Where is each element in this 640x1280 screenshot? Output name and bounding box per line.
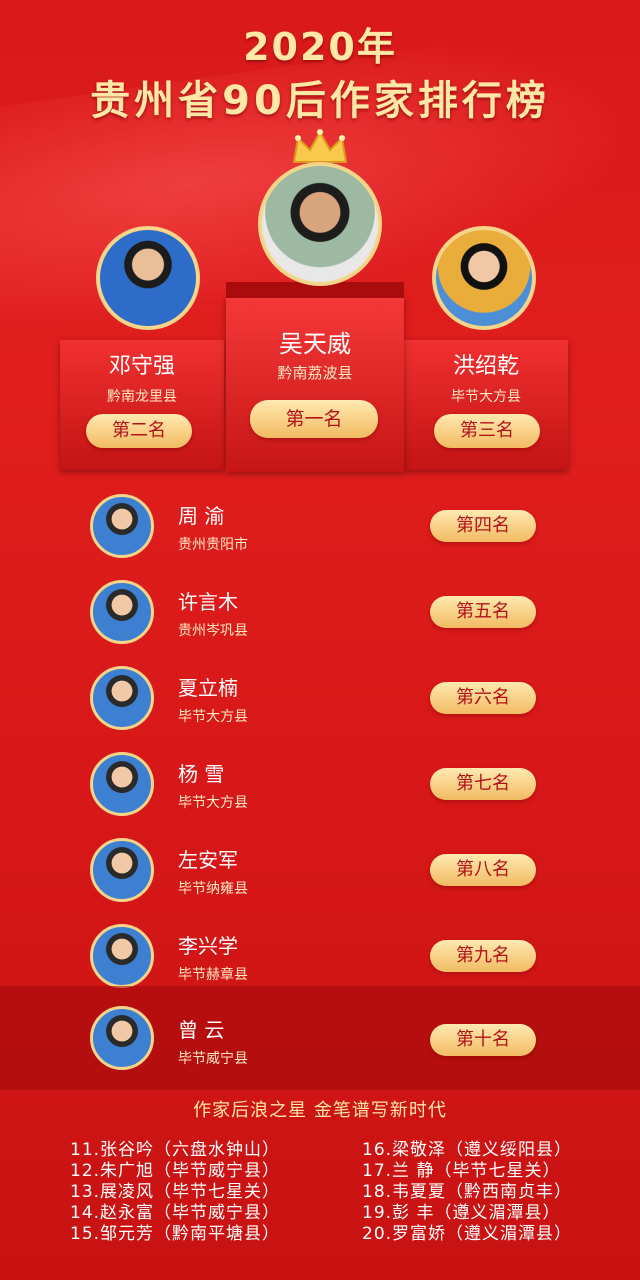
avatar (432, 226, 536, 330)
avatar (90, 924, 154, 988)
podium-third-place: 毕节大方县 (451, 389, 521, 405)
rank-badge-3: 第三名 (434, 414, 540, 448)
row-place: 毕节大方县 (178, 709, 248, 725)
avatar (90, 752, 154, 816)
row-name: 李兴学 (178, 934, 238, 958)
rank-badge-1: 第一名 (250, 400, 378, 438)
extended-list-right: 16.梁敬泽（遵义绥阳县） 17.兰 静（毕节七星关） 18.韦夏夏（黔西南贞丰… (362, 1140, 572, 1245)
rank-badge: 第九名 (430, 940, 536, 972)
row-place: 贵州岑巩县 (178, 623, 248, 639)
row-place: 毕节大方县 (178, 795, 248, 811)
extended-list-left: 11.张谷吟（六盘水钟山） 12.朱广旭（毕节威宁县） 13.展凌风（毕节七星关… (70, 1140, 280, 1245)
row-name: 周 渝 (178, 504, 225, 528)
row-place: 毕节威宁县 (178, 1051, 248, 1067)
list-item: 18.韦夏夏（黔西南贞丰） (362, 1182, 573, 1202)
row-place: 毕节赫章县 (178, 967, 248, 983)
list-item: 13.展凌风（毕节七星关） (70, 1182, 281, 1202)
crown-icon (292, 129, 348, 163)
podium-first-place: 黔南荔波县 (277, 364, 353, 382)
rank-badge: 第六名 (430, 682, 536, 714)
slogan: 作家后浪之星 金笔谱写新时代 (193, 1100, 447, 1121)
avatar (96, 226, 200, 330)
row-place: 贵州贵阳市 (178, 537, 248, 553)
rank-badge: 第七名 (430, 768, 536, 800)
row-name: 许言木 (178, 590, 238, 614)
row-name: 夏立楠 (178, 676, 238, 700)
list-item: 12.朱广旭（毕节威宁县） (70, 1161, 281, 1181)
list-item: 19.彭 丰（遵义湄潭县） (362, 1203, 561, 1223)
year-title: 2020年 (243, 25, 397, 69)
page-title: 贵州省90后作家排行榜 (90, 78, 550, 124)
list-item: 15.邹元芳（黔南平塘县） (70, 1224, 281, 1244)
podium-first-block (226, 296, 404, 472)
avatar (90, 580, 154, 644)
rank-badge-2: 第二名 (86, 414, 192, 448)
list-item: 20.罗富娇（遵义湄潭县） (362, 1224, 573, 1244)
podium-second-name: 邓守强 (108, 354, 175, 379)
podium-second-place: 黔南龙里县 (107, 389, 177, 405)
list-item: 14.赵永富（毕节威宁县） (70, 1203, 281, 1223)
rank-badge: 第五名 (430, 596, 536, 628)
list-item: 17.兰 静（毕节七星关） (362, 1161, 561, 1181)
row-name: 曾 云 (178, 1018, 225, 1042)
avatar (90, 494, 154, 558)
avatar (90, 838, 154, 902)
avatar (258, 162, 382, 286)
list-item: 16.梁敬泽（遵义绥阳县） (362, 1140, 573, 1160)
rank-badge: 第四名 (430, 510, 536, 542)
row-place: 毕节纳雍县 (178, 881, 248, 897)
row-name: 左安军 (178, 848, 238, 872)
avatar (90, 1006, 154, 1070)
row-name: 杨 雪 (178, 762, 225, 786)
podium-first-name: 吴天威 (279, 330, 351, 358)
rank-badge: 第十名 (430, 1024, 536, 1056)
podium-third-name: 洪绍乾 (452, 354, 519, 379)
list-item: 11.张谷吟（六盘水钟山） (70, 1140, 281, 1160)
rank-badge: 第八名 (430, 854, 536, 886)
avatar (90, 666, 154, 730)
